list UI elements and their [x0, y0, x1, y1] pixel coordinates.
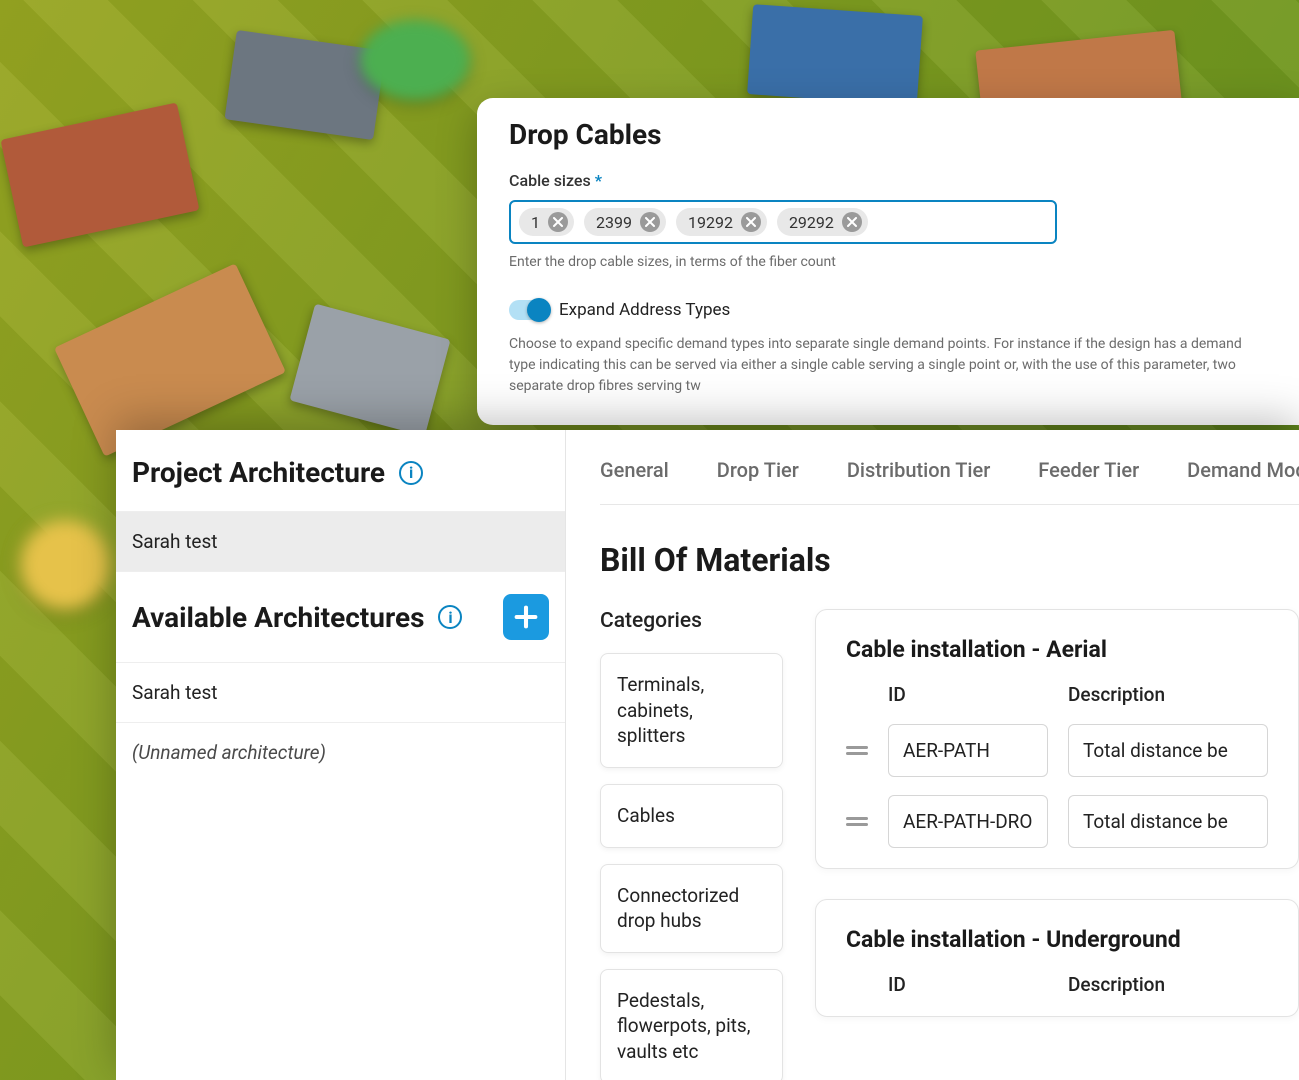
tab-distribution-tier[interactable]: Distribution Tier: [847, 458, 990, 482]
sidebar: Project Architecture i Sarah test Availa…: [116, 430, 566, 1080]
toggle-knob: [527, 298, 551, 322]
categories-label: Categories: [600, 609, 783, 633]
categories-column: Categories Terminals, cabinets, splitter…: [600, 609, 783, 1080]
bom-details: Cable installation - Aerial ID Descripti…: [815, 609, 1299, 1047]
chip: 29292: [777, 208, 868, 236]
tab-general[interactable]: General: [600, 458, 669, 482]
bom-section-title: Cable installation - Aerial: [846, 636, 1268, 663]
tab-demand-mode[interactable]: Demand Mode: [1187, 458, 1299, 482]
col-header-id: ID: [888, 973, 1048, 996]
col-header-id: ID: [888, 683, 1048, 706]
drag-handle-icon[interactable]: [846, 746, 868, 755]
info-icon[interactable]: i: [438, 605, 462, 629]
sidebar-item-architecture[interactable]: Sarah test: [116, 662, 565, 722]
bom-row: AER-PATH-DRO Total distance be: [846, 795, 1268, 848]
available-architectures-header: Available Architectures i: [116, 571, 565, 662]
bom-id-input[interactable]: AER-PATH: [888, 724, 1048, 777]
drag-handle-icon[interactable]: [846, 817, 868, 826]
category-card[interactable]: Cables: [600, 784, 783, 848]
sidebar-item-project[interactable]: Sarah test: [116, 511, 565, 571]
category-card[interactable]: Terminals, cabinets, splitters: [600, 653, 783, 768]
expand-address-toggle[interactable]: [509, 300, 549, 320]
bom-row: AER-PATH Total distance be: [846, 724, 1268, 777]
chip: 1: [519, 208, 574, 236]
add-architecture-button[interactable]: [503, 594, 549, 640]
chip-remove-icon[interactable]: [548, 212, 568, 232]
required-star: *: [595, 171, 602, 190]
chip-remove-icon[interactable]: [741, 212, 761, 232]
chip-remove-icon[interactable]: [640, 212, 660, 232]
bom-id-input[interactable]: AER-PATH-DRO: [888, 795, 1048, 848]
project-architecture-header: Project Architecture i: [116, 430, 565, 511]
bom-desc-input[interactable]: Total distance be: [1068, 795, 1268, 848]
cable-sizes-label: Cable sizes *: [509, 171, 1267, 190]
expand-address-label: Expand Address Types: [559, 300, 730, 320]
chip: 2399: [584, 208, 666, 236]
chip-remove-icon[interactable]: [842, 212, 862, 232]
drop-cables-card: Drop Cables Cable sizes * 1 2399 19292 2…: [477, 98, 1299, 425]
bom-title: Bill Of Materials: [600, 541, 1299, 579]
chip: 19292: [676, 208, 767, 236]
cable-sizes-input[interactable]: 1 2399 19292 29292: [509, 200, 1057, 244]
expand-address-description: Choose to expand specific demand types i…: [509, 334, 1267, 397]
bom-section-title: Cable installation - Underground: [846, 926, 1268, 953]
tab-feeder-tier[interactable]: Feeder Tier: [1038, 458, 1139, 482]
col-header-description: Description: [1068, 973, 1248, 996]
category-card[interactable]: Pedestals, flowerpots, pits, vaults etc: [600, 969, 783, 1080]
sidebar-item-architecture[interactable]: (Unnamed architecture): [116, 722, 565, 782]
category-card[interactable]: Connectorized drop hubs: [600, 864, 783, 953]
main-content: General Drop Tier Distribution Tier Feed…: [566, 430, 1299, 1080]
architecture-panel: Project Architecture i Sarah test Availa…: [116, 430, 1299, 1080]
tab-drop-tier[interactable]: Drop Tier: [717, 458, 799, 482]
cable-sizes-helper: Enter the drop cable sizes, in terms of …: [509, 254, 1267, 270]
col-header-description: Description: [1068, 683, 1248, 706]
bom-section-underground: Cable installation - Underground ID Desc…: [815, 899, 1299, 1017]
drop-cables-title: Drop Cables: [509, 118, 1267, 151]
bom-desc-input[interactable]: Total distance be: [1068, 724, 1268, 777]
info-icon[interactable]: i: [399, 461, 423, 485]
bom-section-aerial: Cable installation - Aerial ID Descripti…: [815, 609, 1299, 869]
tabs: General Drop Tier Distribution Tier Feed…: [600, 430, 1299, 505]
